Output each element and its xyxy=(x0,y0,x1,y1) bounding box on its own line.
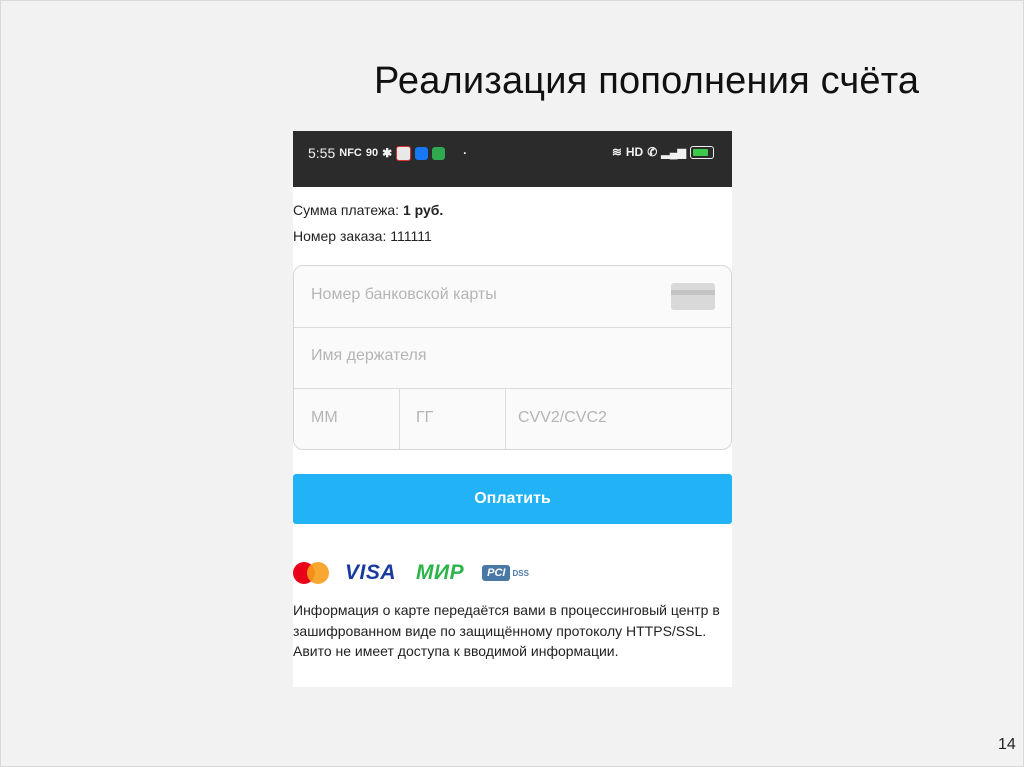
month-field[interactable]: ММ xyxy=(311,409,391,427)
status-time: 5:55 xyxy=(308,145,336,161)
hd-label: HD xyxy=(625,145,644,159)
facebook-icon xyxy=(415,146,429,160)
divider xyxy=(294,388,731,389)
call-icon: ✆ xyxy=(647,145,658,159)
divider xyxy=(294,327,731,328)
cvv-field[interactable]: CVV2/CVC2 xyxy=(518,409,718,427)
battery-icon xyxy=(690,145,714,159)
visa-logo: VISA xyxy=(345,561,397,584)
nfc-label: NFC xyxy=(339,147,362,159)
year-placeholder: ГГ xyxy=(416,409,434,426)
slide-title: Реализация пополнения счёта xyxy=(374,60,920,102)
pci-dss-logo: PCI DSS xyxy=(482,565,529,581)
card-number-field[interactable]: Номер банковской карты xyxy=(311,286,651,304)
divider xyxy=(505,388,506,449)
payment-sum: Сумма платежа: 1 руб. xyxy=(293,202,443,218)
mir-logo: МИР xyxy=(416,561,465,584)
sum-label: Сумма платежа: xyxy=(293,202,400,218)
bluetooth-icon: ✱ xyxy=(382,146,393,160)
year-field[interactable]: ГГ xyxy=(416,409,496,427)
month-placeholder: ММ xyxy=(311,409,338,426)
payment-logos: VISA МИР PCI DSS xyxy=(293,561,529,585)
mastercard-icon xyxy=(293,562,329,584)
phone-screenshot: 5:55 NFC 90 ✱ · ≋ HD ✆ ▂▄▆ Сумма платежа… xyxy=(293,131,732,687)
download-app-icon xyxy=(432,146,446,160)
bank-card-icon xyxy=(671,283,715,310)
cvv-placeholder: CVV2/CVC2 xyxy=(518,409,607,426)
security-info-text: Информация о карте передаётся вами в про… xyxy=(293,602,720,659)
order-label: Номер заказа: xyxy=(293,228,387,244)
order-value: 111111 xyxy=(390,228,432,244)
status-bar: 5:55 NFC 90 ✱ · ≋ HD ✆ ▂▄▆ xyxy=(293,131,732,187)
sum-value: 1 руб. xyxy=(402,202,444,218)
holder-name-field[interactable]: Имя держателя xyxy=(311,347,711,365)
pay-button[interactable]: Оплатить xyxy=(293,474,732,524)
page-number: 14 xyxy=(998,736,1016,753)
card-number-placeholder: Номер банковской карты xyxy=(311,286,497,303)
dot-icon: · xyxy=(463,146,468,160)
holder-placeholder: Имя держателя xyxy=(311,347,427,364)
card-form: Номер банковской карты Имя держателя ММ … xyxy=(293,265,732,450)
order-number: Номер заказа: 111111 xyxy=(293,228,432,244)
speed-label: 90 xyxy=(365,147,379,159)
gmail-icon xyxy=(396,145,412,161)
divider xyxy=(399,388,400,449)
wifi-icon: ≋ xyxy=(611,145,622,159)
signal-icon: ▂▄▆ xyxy=(661,146,686,159)
